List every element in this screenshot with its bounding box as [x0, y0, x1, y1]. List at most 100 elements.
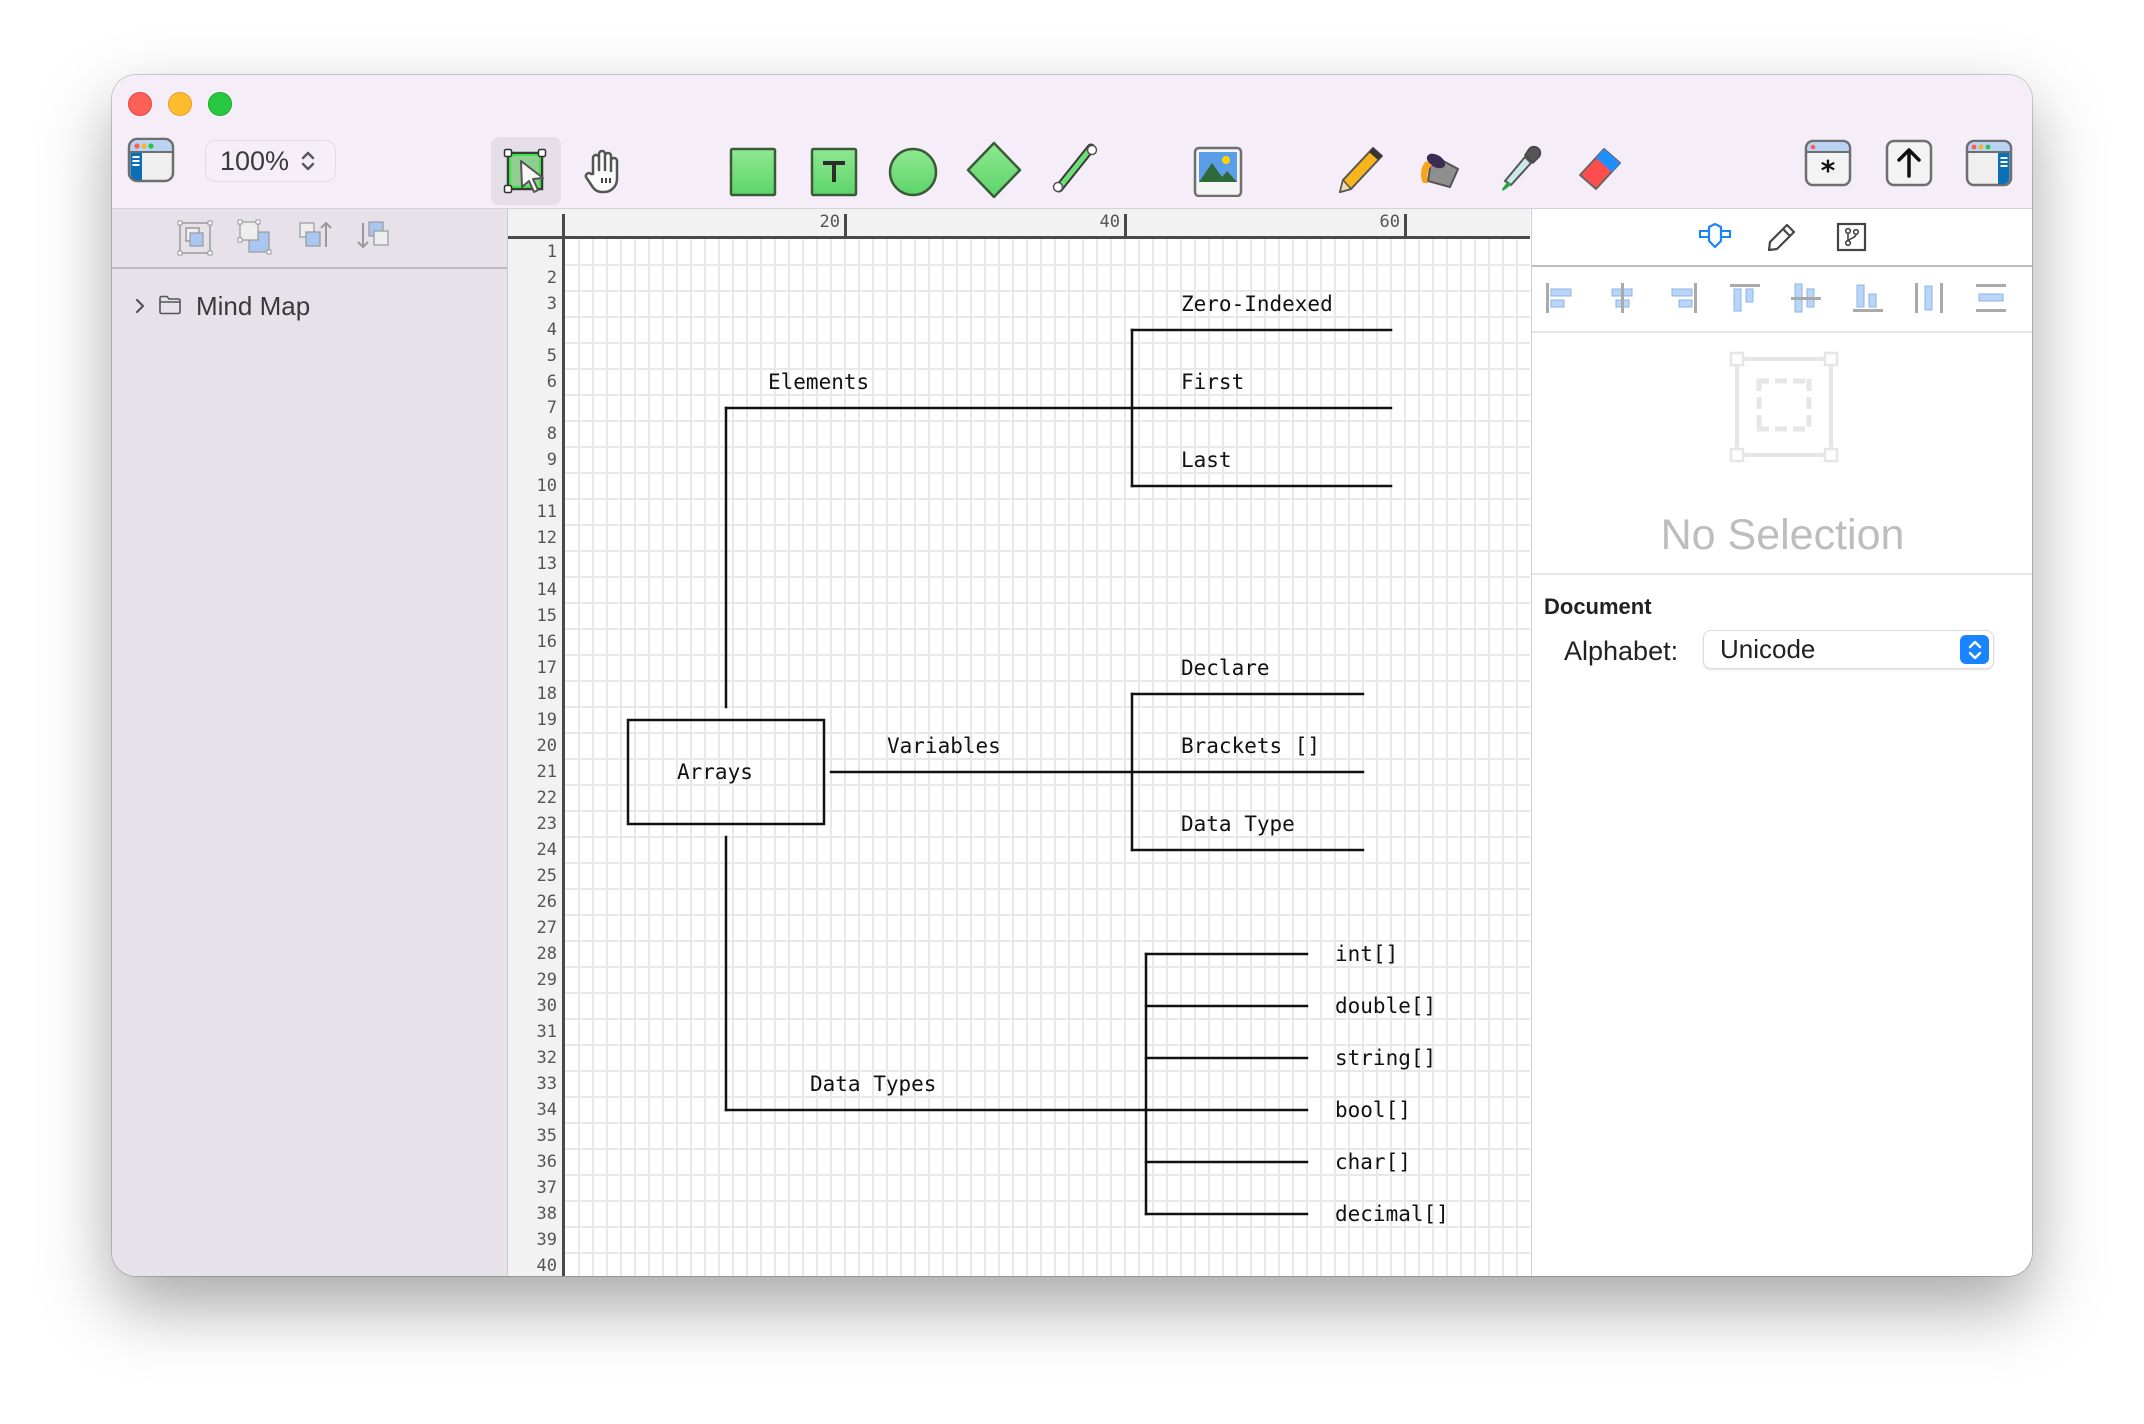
align-left-button[interactable] [1543, 281, 1577, 315]
diamond-icon [966, 141, 1022, 198]
image-tool-button[interactable] [1190, 143, 1246, 199]
ungroup-button[interactable] [236, 219, 274, 257]
disclosure-chevron-right-icon[interactable] [134, 291, 146, 322]
align-top-button[interactable] [1728, 281, 1762, 315]
row-number: 14 [536, 580, 557, 600]
ellipse-tool-button[interactable] [885, 143, 941, 199]
row-number: 38 [536, 1204, 557, 1224]
share-button[interactable] [1883, 137, 1935, 189]
group-button[interactable] [176, 219, 214, 257]
leaf-label[interactable]: decimal[] [1335, 1202, 1449, 1226]
text-tool-button[interactable] [806, 143, 862, 199]
distribute-horizontal-button[interactable] [1912, 281, 1946, 315]
row-number: 6 [546, 372, 557, 392]
line-tool-button[interactable] [1047, 141, 1103, 197]
character-palette-button[interactable]: * [1802, 137, 1854, 189]
svg-text:*: * [1821, 154, 1836, 187]
toggle-inspector-button[interactable] [1963, 137, 2015, 189]
row-number: 19 [536, 710, 557, 730]
distribute-horizontal-icon [1915, 283, 1943, 313]
sidebar-window-icon [127, 137, 175, 183]
distribute-vertical-icon [1975, 284, 2006, 312]
row-number: 31 [536, 1022, 557, 1042]
alphabet-select[interactable]: Unicode [1703, 630, 1994, 669]
row-number: 12 [536, 528, 557, 548]
bring-forward-button[interactable] [296, 219, 334, 257]
row-number: 40 [536, 1256, 557, 1276]
tab-connection[interactable] [1835, 221, 1869, 253]
row-number: 33 [536, 1074, 557, 1094]
row-number: 24 [536, 840, 557, 860]
align-top-icon [1729, 284, 1760, 312]
zoom-window-button[interactable] [208, 92, 232, 116]
align-center-horizontal-button[interactable] [1605, 281, 1639, 315]
tree-item-mind-map[interactable]: Mind Map [134, 291, 310, 322]
row-number: 8 [546, 424, 557, 444]
close-window-button[interactable] [128, 92, 152, 116]
leaf-label[interactable]: double[] [1335, 994, 1436, 1018]
row-number: 29 [536, 970, 557, 990]
canvas-area[interactable]: 20 40 60 1 2 3 4 5 6 7 8 9 10 11 12 13 14 15 16 17 18 19 20 21… [508, 209, 1530, 1276]
row-number: 17 [536, 658, 557, 678]
app-window: 100% * Mind Map 20 40 60 1 2 3 4 5 6 7 8… [112, 75, 2032, 1276]
ruler-tick [1404, 214, 1407, 236]
eraser-tool-button[interactable] [1572, 141, 1628, 197]
row-number: 9 [546, 450, 557, 470]
minimize-window-button[interactable] [168, 92, 192, 116]
toggle-sidebar-button[interactable] [126, 135, 176, 185]
align-bottom-button[interactable] [1851, 281, 1885, 315]
rectangle-tool-button[interactable] [725, 143, 781, 199]
branch-label[interactable]: Data Types [810, 1072, 936, 1096]
bring-forward-icon [299, 221, 332, 247]
branch-icon [1836, 222, 1867, 252]
root-node-label[interactable]: Arrays [677, 760, 753, 784]
leaf-label[interactable]: char[] [1335, 1150, 1411, 1174]
leaf-label[interactable]: int[] [1335, 942, 1398, 966]
toolbar: 100% * [112, 75, 2032, 209]
row-number: 11 [536, 502, 557, 522]
row-number: 7 [546, 398, 557, 418]
hand-tool-button[interactable] [576, 137, 632, 205]
leaf-label[interactable]: Declare [1181, 656, 1270, 680]
inspector-window-icon [1965, 139, 2013, 187]
eyedropper-tool-button[interactable] [1493, 141, 1549, 197]
eraser-icon [1579, 148, 1621, 190]
align-center-horizontal-icon [1611, 283, 1632, 313]
row-number: 5 [546, 346, 557, 366]
leaf-label[interactable]: Zero-Indexed [1181, 292, 1333, 316]
ruler-label: 20 [819, 212, 840, 232]
leaf-label[interactable]: Data Type [1181, 812, 1295, 836]
ruler-tick [1124, 214, 1127, 236]
leaf-label[interactable]: Last [1181, 448, 1232, 472]
tab-shape[interactable] [1698, 221, 1732, 253]
leaf-label[interactable]: bool[] [1335, 1098, 1411, 1122]
alignment-toolbar [1532, 267, 2032, 333]
tab-style[interactable] [1765, 221, 1799, 253]
pencil-icon [1767, 223, 1796, 252]
branch-label[interactable]: Elements [768, 370, 869, 394]
row-number: 21 [536, 762, 557, 782]
distribute-vertical-button[interactable] [1974, 281, 2008, 315]
row-number: 30 [536, 996, 557, 1016]
diamond-tool-button[interactable] [964, 139, 1024, 199]
zoom-level-stepper[interactable]: 100% [205, 140, 336, 182]
align-right-button[interactable] [1666, 281, 1700, 315]
branch-label[interactable]: Variables [887, 734, 1001, 758]
pencil-icon [1338, 147, 1383, 194]
leaf-label[interactable]: First [1181, 370, 1244, 394]
send-backward-button[interactable] [356, 219, 394, 257]
align-center-vertical-button[interactable] [1789, 281, 1823, 315]
row-number: 25 [536, 866, 557, 886]
empty-selection-icon [1729, 351, 1839, 463]
paint-bucket-icon [1421, 153, 1460, 189]
pencil-tool-button[interactable] [1333, 141, 1389, 197]
image-icon [1193, 146, 1243, 197]
paint-bucket-tool-button[interactable] [1412, 141, 1468, 197]
leaf-label[interactable]: string[] [1335, 1046, 1436, 1070]
diagram-canvas[interactable]: Arrays Elements Zero-Indexed First Last Varia… [565, 239, 1530, 1276]
row-number: 36 [536, 1152, 557, 1172]
ruler-label: 60 [1379, 212, 1400, 232]
row-number: 18 [536, 684, 557, 704]
select-tool-button[interactable] [491, 137, 561, 205]
leaf-label[interactable]: Brackets [] [1181, 734, 1320, 758]
